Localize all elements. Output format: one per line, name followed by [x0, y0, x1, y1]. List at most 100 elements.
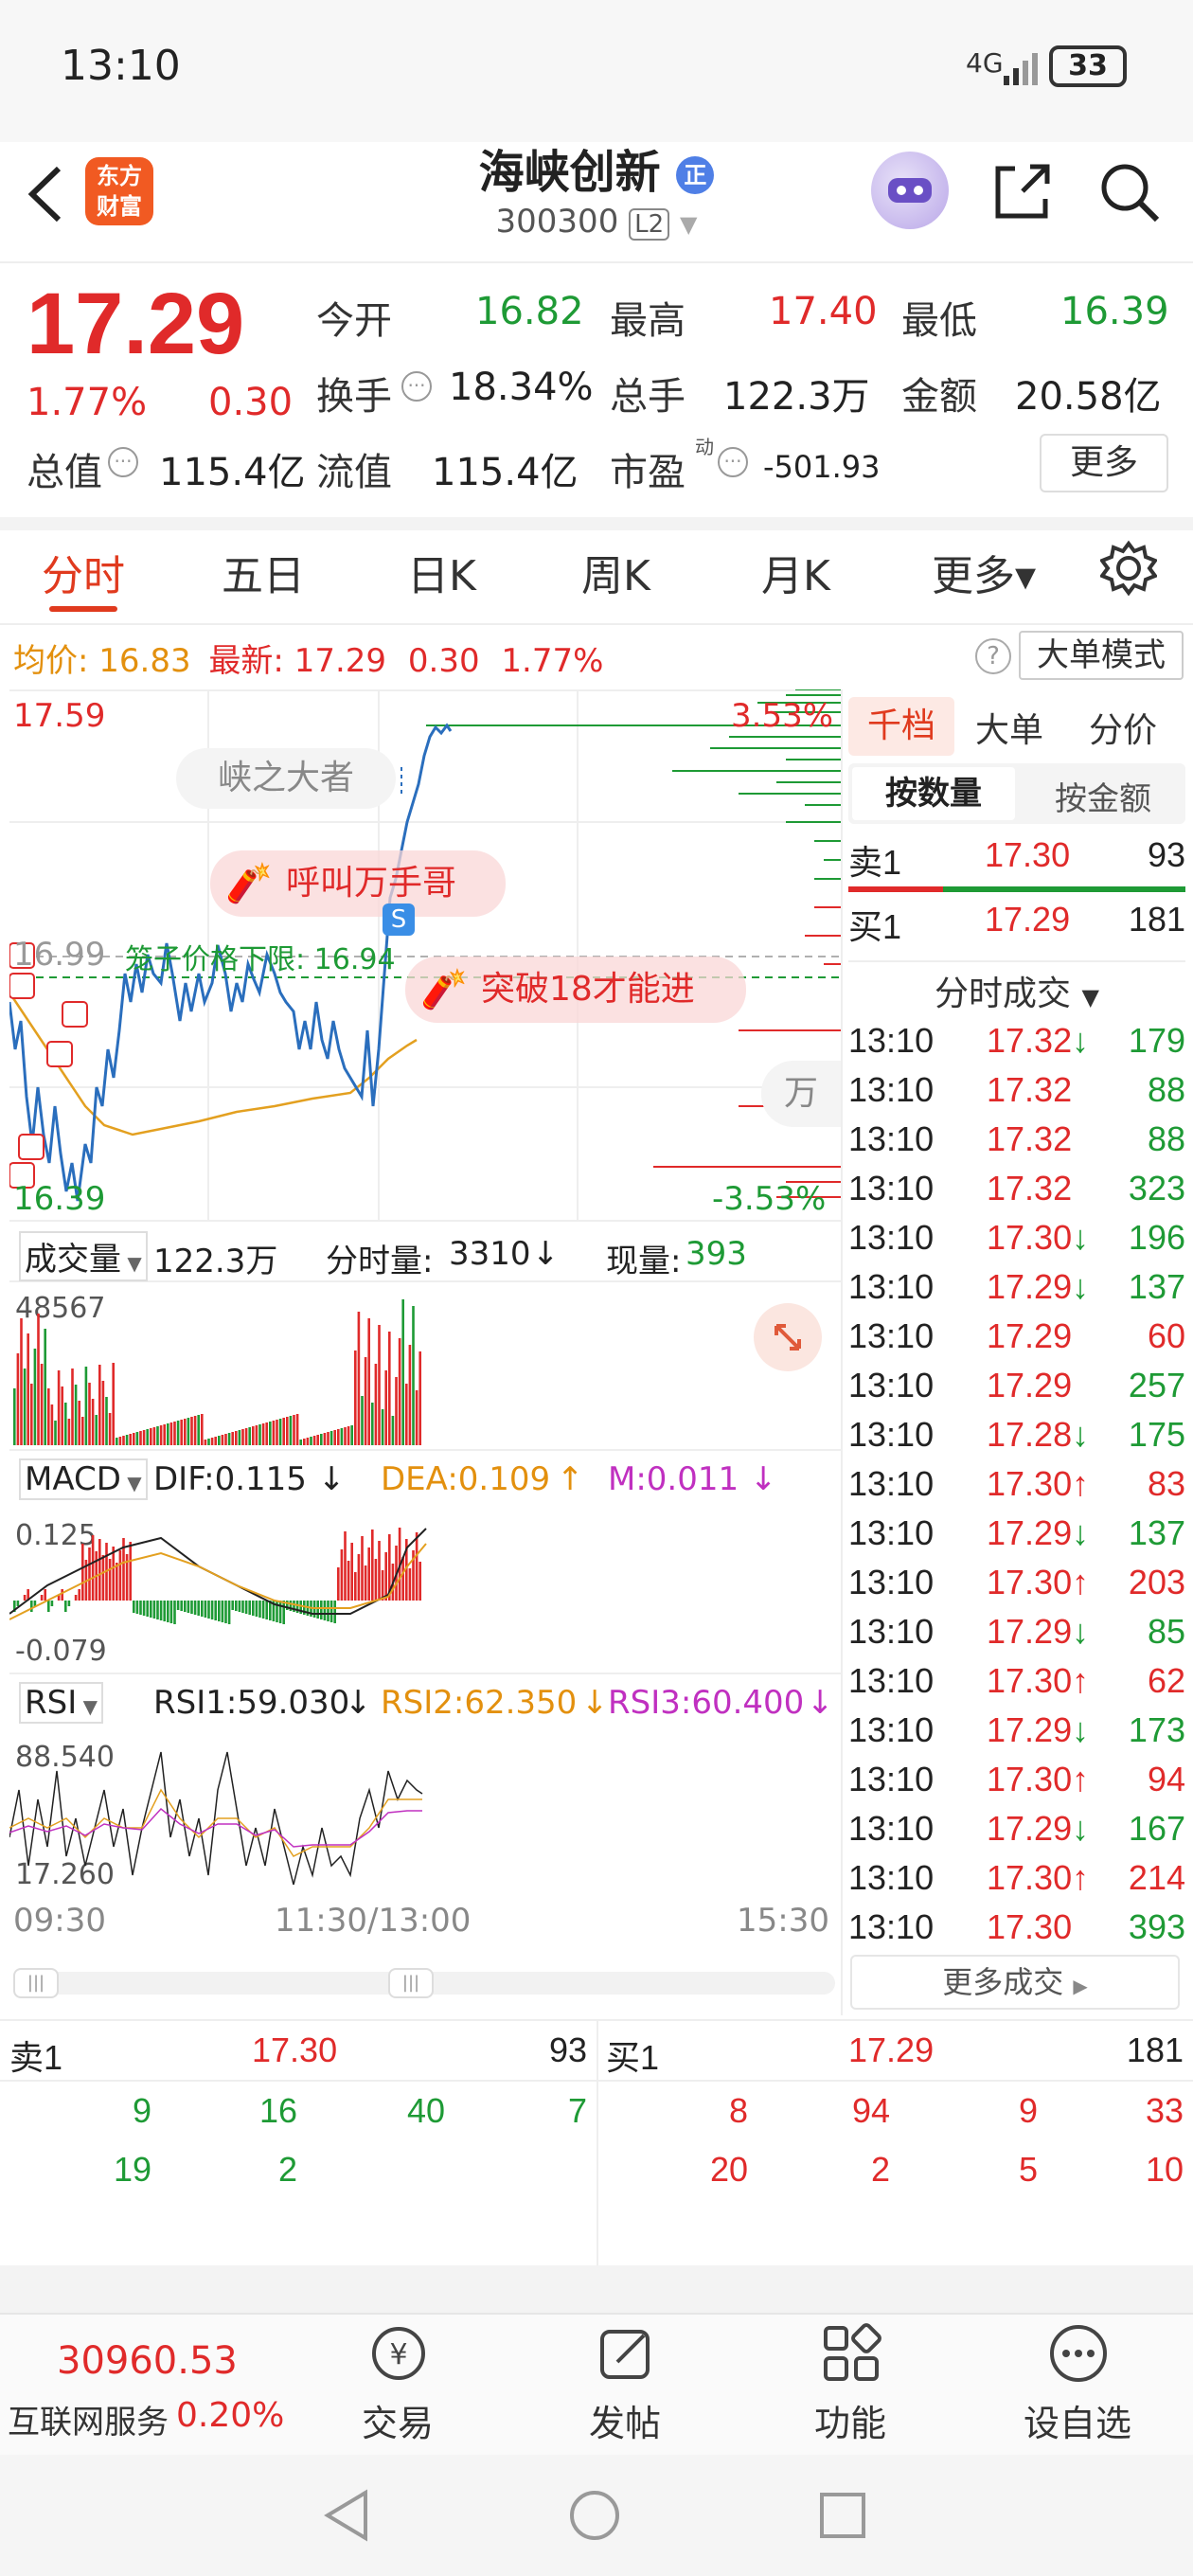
big-order-mode-button[interactable]: 大单模式: [1019, 631, 1184, 680]
volume-bar: [133, 1433, 135, 1445]
rsi-selector[interactable]: RSI ▼: [19, 1682, 103, 1724]
tab-intraday[interactable]: 分时: [42, 542, 125, 602]
macd-label: MACD: [25, 1460, 121, 1498]
up-arrow-icon: ↑: [1072, 1464, 1090, 1503]
tab-five-day[interactable]: 五日: [222, 542, 305, 602]
macd-bar: [231, 1601, 234, 1610]
tick-time: 13:10: [848, 1267, 935, 1306]
expand-icon[interactable]: [754, 1303, 822, 1371]
macd-bar: [81, 1544, 84, 1601]
tick-time: 13:10: [848, 1021, 935, 1060]
search-icon[interactable]: [1096, 159, 1163, 229]
macd-bar: [282, 1601, 285, 1624]
volume-bar: [139, 1431, 142, 1445]
more-quote-button[interactable]: 更多: [1040, 434, 1168, 492]
help-icon[interactable]: ?: [975, 638, 1011, 674]
macd-bar: [337, 1567, 340, 1601]
down-arrow-icon: ↓: [1072, 1267, 1090, 1306]
tick-price: 17.29↓: [987, 1612, 1090, 1651]
volume-bar: [108, 1413, 112, 1445]
info-icon[interactable]: ···: [108, 447, 138, 477]
volume-selector[interactable]: 成交量 ▼: [19, 1231, 148, 1281]
nav-functions[interactable]: 功能: [784, 2320, 917, 2444]
volume-bar: [221, 1435, 224, 1445]
volume-bar: [299, 1440, 302, 1445]
volume-bar: [293, 1415, 295, 1445]
share-icon[interactable]: [988, 159, 1055, 229]
info-icon[interactable]: ···: [718, 447, 748, 477]
volume-bar: [37, 1314, 40, 1445]
side-collapse-button[interactable]: 万: [761, 1061, 841, 1127]
tick-volume: 167: [1128, 1809, 1185, 1848]
more-ticks-button[interactable]: 更多成交 ▶: [850, 1955, 1180, 2010]
macd-bar: [323, 1601, 327, 1620]
chat-bubble-3[interactable]: 🧨 突破18才能进: [405, 957, 746, 1023]
tick-price: 17.32: [987, 1169, 1073, 1208]
tab-weekly-k[interactable]: 周K: [581, 542, 650, 602]
macd-m: M:0.011: [608, 1460, 739, 1498]
macd-bar: [258, 1601, 261, 1618]
range-slider-handle-right[interactable]: |||: [388, 1968, 434, 1998]
chat-bubble-1[interactable]: 峡之大者: [176, 748, 396, 809]
robot-assistant-icon[interactable]: [871, 152, 949, 229]
volume-bar: [210, 1438, 214, 1445]
macd-bar: [278, 1601, 282, 1623]
settings-icon[interactable]: [1098, 540, 1159, 600]
sell-depth-bar: [848, 886, 943, 892]
tab-more[interactable]: 更多▾: [932, 542, 1036, 602]
macd-bar: [61, 1589, 63, 1601]
status-time: 13:10: [61, 42, 181, 90]
tick-row: 13:10 17.29↓ 173: [848, 1710, 1185, 1760]
network-indicator: 4G: [966, 47, 1004, 79]
side-tab-level[interactable]: 千档: [848, 697, 954, 756]
nav-trade[interactable]: ¥ 交易: [331, 2320, 464, 2444]
ticks-title-text: 分时成交: [935, 975, 1072, 1013]
level-badge: L2: [629, 208, 670, 241]
volume-bar: [116, 1438, 118, 1445]
volume-bar: [57, 1370, 61, 1445]
tick-time: 13:10: [848, 1710, 935, 1749]
volume-bar: [78, 1401, 80, 1445]
volume-bar: [101, 1381, 105, 1445]
chat-bubble-2[interactable]: 🧨 呼叫万手哥: [210, 850, 506, 917]
signal-icon: [1002, 49, 1040, 91]
tick-volume: 137: [1128, 1267, 1185, 1306]
tab-monthly-k[interactable]: 月K: [761, 542, 830, 602]
ticks-title[interactable]: 分时成交 ▼: [848, 960, 1185, 1015]
home-circle-icon[interactable]: [566, 2487, 623, 2548]
back-triangle-icon[interactable]: [318, 2487, 375, 2548]
volume-bar: [187, 1418, 190, 1445]
volume-bar: [105, 1397, 108, 1445]
info-icon[interactable]: ···: [401, 371, 432, 402]
nav-post[interactable]: 发帖: [559, 2320, 691, 2444]
range-slider-handle-left[interactable]: |||: [13, 1968, 59, 1998]
side-tab-big-order[interactable]: 大单: [975, 703, 1043, 752]
macd-bar: [367, 1547, 370, 1601]
macd-bar: [169, 1601, 173, 1623]
volume-bar: [47, 1388, 50, 1445]
down-arrow-icon: ↓: [345, 1684, 372, 1722]
macd-bar: [167, 1601, 169, 1622]
side-sell1-label: 卖1: [848, 843, 902, 882]
volume-bar: [231, 1432, 234, 1445]
tick-price: 17.29: [987, 1366, 1073, 1404]
side-sub-tab-quantity[interactable]: 按数量: [852, 767, 1015, 820]
tab-daily-k[interactable]: 日K: [407, 542, 476, 602]
index-ticker[interactable]: 30960.53 互联网服务 0.20%: [0, 2320, 284, 2443]
open-value: 16.82: [475, 290, 584, 333]
macd-bar: [30, 1601, 33, 1612]
macd-bar: [176, 1601, 180, 1610]
macd-selector[interactable]: MACD ▼: [19, 1458, 148, 1500]
side-sub-tab-amount[interactable]: 按金额: [1023, 773, 1184, 819]
macd-bar: [135, 1601, 139, 1614]
macd-bar: [340, 1549, 344, 1601]
ob-sell-row2-3: 40: [406, 2091, 445, 2130]
macd-bar: [40, 1595, 44, 1601]
macd-bar: [415, 1532, 418, 1601]
side-tab-price-dist[interactable]: 分价: [1089, 703, 1157, 752]
tick-price: 17.28↓: [987, 1415, 1090, 1454]
recents-square-icon[interactable]: [814, 2487, 871, 2548]
volume-bar: [323, 1433, 327, 1445]
orderbook-row-divider: [0, 2080, 1193, 2082]
nav-add-watchlist[interactable]: 设自选: [1011, 2320, 1144, 2444]
